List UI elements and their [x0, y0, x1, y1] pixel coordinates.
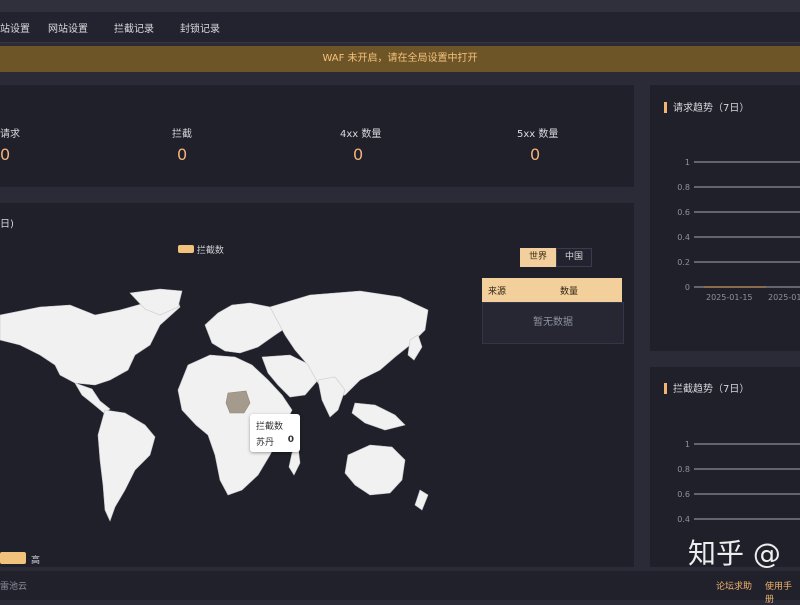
- block-trend-title: 拦截趋势（7日）: [664, 380, 749, 395]
- waf-warning-text: WAF 未开启，请在全局设置中打开: [322, 53, 478, 64]
- tab-world[interactable]: 世界: [520, 248, 557, 267]
- nav-item-ban-records[interactable]: 封锁记录: [180, 20, 220, 35]
- y-tick-label: 1: [685, 440, 690, 449]
- y-tick-label: 0.8: [677, 465, 690, 474]
- title-accent-bar: [664, 102, 667, 113]
- y-tick-label: 0.4: [677, 233, 690, 242]
- x-tick-label: 2025-01: [768, 293, 800, 300]
- y-tick-label: 1: [685, 158, 690, 167]
- y-tick-label: 0.8: [677, 183, 690, 192]
- tooltip-title: 拦截数: [256, 422, 284, 432]
- request-trend-title: 请求趋势（7日）: [664, 99, 749, 114]
- table-header-source: 来源: [488, 287, 507, 297]
- source-table-empty: 暂无数据: [482, 302, 624, 344]
- stat-value-4xx: 0: [353, 145, 364, 164]
- request-trend-chart: 1 0.8 0.6 0.4 0.2 0 2025-01-15 2025-01: [677, 158, 800, 300]
- footer: 雷池云 论坛求助 使用手册: [0, 571, 800, 605]
- zhihu-watermark: 知乎 @: [688, 537, 781, 570]
- footer-link-manual[interactable]: 使用手册: [765, 579, 800, 605]
- stat-value-blocked: 0: [177, 145, 188, 164]
- window-top-bar: [0, 0, 800, 12]
- stat-label-requests: 请求: [0, 129, 20, 140]
- map-new-zealand: [414, 489, 429, 511]
- stat-label-blocked: 拦截: [172, 129, 192, 140]
- visual-map-high-label: 高: [31, 556, 41, 566]
- source-table-header: 来源 数量: [482, 278, 622, 302]
- nav-item-site-settings-partial[interactable]: 站设置: [0, 20, 30, 35]
- footer-link-forum[interactable]: 论坛求助: [716, 579, 752, 592]
- y-tick-label: 0.4: [677, 515, 690, 524]
- request-trend-title-text: 请求趋势（7日）: [673, 103, 750, 114]
- map-south-america: [97, 409, 156, 522]
- world-map[interactable]: [0, 285, 440, 525]
- x-tick-label: 2025-01-15: [706, 293, 753, 300]
- map-central-america: [74, 382, 111, 414]
- visual-map-legend[interactable]: [0, 552, 26, 564]
- y-tick-label: 0.6: [677, 208, 690, 217]
- map-legend[interactable]: 拦截数: [178, 243, 224, 256]
- stat-value-5xx: 0: [530, 145, 541, 164]
- waf-warning-banner: WAF 未开启，请在全局设置中打开: [0, 46, 800, 72]
- stat-label-5xx: 5xx 数量: [517, 129, 559, 140]
- nav-item-block-records[interactable]: 拦截记录: [114, 20, 154, 35]
- map-panel-title: 日): [0, 219, 14, 230]
- block-trend-chart: 1 0.8 0.6 0.4: [677, 440, 800, 524]
- map-tooltip: 拦截数 苏丹 0: [250, 414, 300, 452]
- legend-swatch: [178, 245, 194, 253]
- legend-label: 拦截数: [196, 246, 224, 256]
- y-tick-label: 0.2: [677, 258, 690, 267]
- stat-value-requests: 0: [0, 145, 11, 164]
- map-australia: [344, 444, 406, 496]
- map-se-asia: [351, 402, 406, 431]
- top-nav: 站设置 网站设置 拦截记录 封锁记录: [0, 12, 800, 43]
- tooltip-region: 苏丹: [256, 438, 275, 448]
- footer-brand: 雷池云: [0, 582, 28, 592]
- tab-china[interactable]: 中国: [556, 248, 593, 267]
- tooltip-value: 0: [287, 435, 294, 445]
- y-tick-label: 0.6: [677, 490, 690, 499]
- table-header-count: 数量: [560, 287, 579, 297]
- block-trend-title-text: 拦截趋势（7日）: [673, 384, 750, 395]
- y-tick-label: 0: [685, 283, 690, 292]
- region-tabs: 世界 中国: [520, 248, 593, 267]
- title-accent-bar: [664, 383, 667, 394]
- stat-label-4xx: 4xx 数量: [340, 129, 382, 140]
- nav-item-website-settings[interactable]: 网站设置: [48, 20, 88, 35]
